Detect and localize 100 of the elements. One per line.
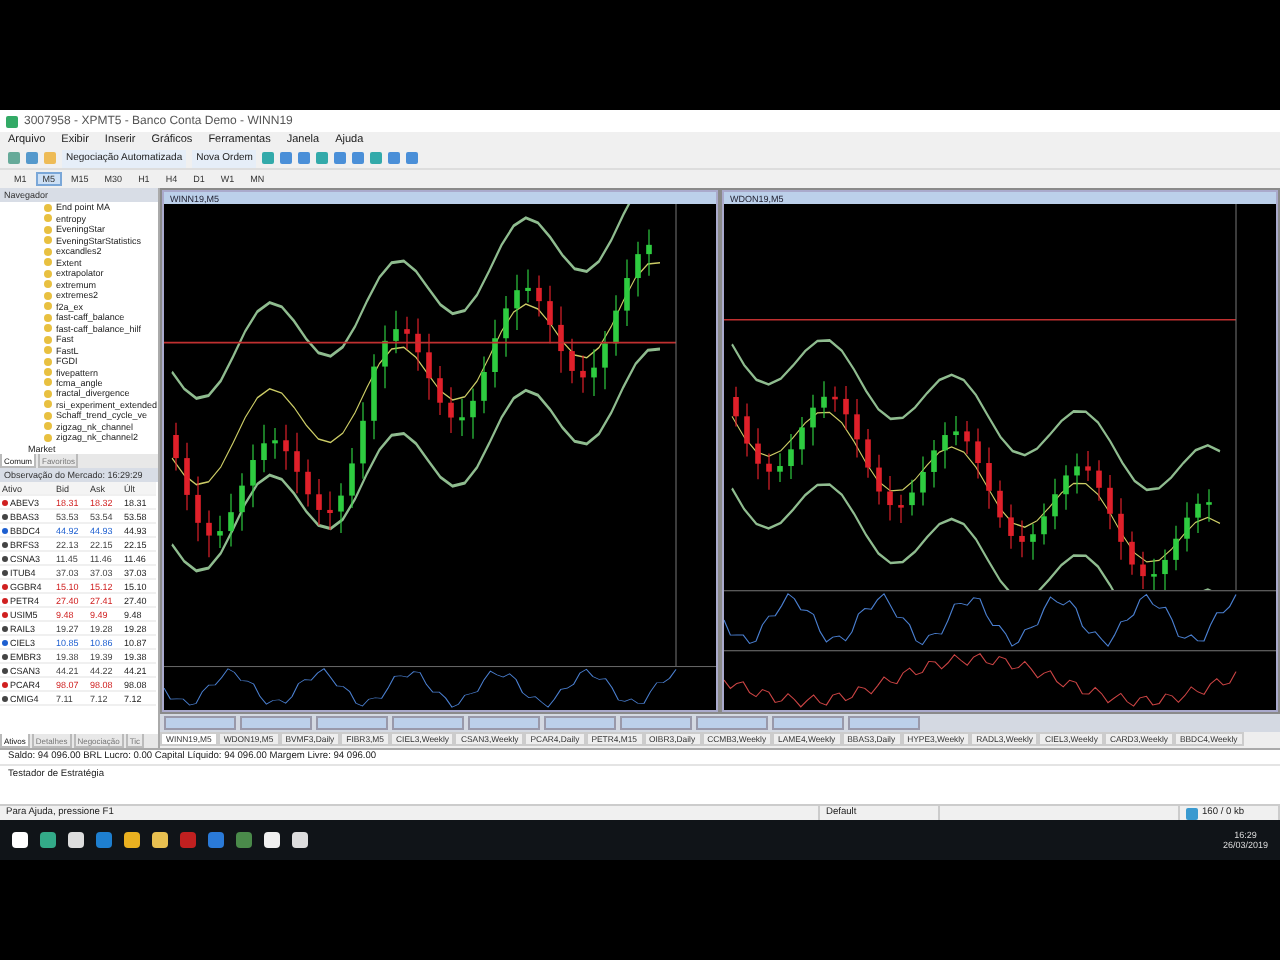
candle	[547, 285, 553, 345]
candle	[1063, 464, 1069, 511]
candle	[382, 324, 388, 389]
candle	[920, 455, 926, 507]
candle	[1206, 488, 1212, 523]
candle	[876, 454, 882, 506]
minimized-window[interactable]	[164, 716, 236, 730]
candle	[1041, 502, 1047, 546]
candle	[239, 472, 245, 532]
candle	[997, 479, 1003, 529]
candle	[613, 294, 619, 357]
candle	[393, 309, 399, 354]
candle	[426, 333, 432, 401]
candle	[1085, 450, 1091, 482]
candle	[777, 452, 783, 483]
candle	[1008, 503, 1014, 550]
candle	[788, 433, 794, 480]
candle	[503, 295, 509, 358]
candle	[733, 386, 739, 428]
candle	[975, 427, 981, 480]
candle	[470, 387, 476, 440]
candle	[1107, 474, 1113, 530]
candle	[1052, 478, 1058, 530]
candle	[1030, 523, 1036, 561]
candle	[514, 274, 520, 331]
candle	[305, 458, 311, 508]
candle	[942, 421, 948, 470]
candle	[536, 274, 542, 318]
candle	[448, 386, 454, 434]
candle	[272, 427, 278, 460]
candle	[217, 514, 223, 549]
candle	[953, 415, 959, 446]
minimized-window[interactable]	[772, 716, 844, 730]
candle	[744, 402, 750, 458]
candle	[283, 424, 289, 471]
app-icon	[6, 115, 18, 127]
candle	[360, 401, 366, 480]
candle	[887, 475, 893, 522]
candle	[184, 441, 190, 512]
minimized-window[interactable]	[696, 716, 768, 730]
candle	[766, 452, 772, 491]
candle	[1140, 551, 1146, 590]
candle	[964, 420, 970, 455]
candle	[437, 365, 443, 416]
minimized-window[interactable]	[316, 716, 388, 730]
candle	[569, 338, 575, 384]
candle	[909, 478, 915, 517]
candle	[591, 348, 597, 397]
start-icon[interactable]	[12, 832, 28, 848]
candle	[1151, 557, 1157, 590]
candle	[810, 394, 816, 447]
minimized-window[interactable]	[392, 716, 464, 730]
minimized-window[interactable]	[240, 716, 312, 730]
candle	[558, 305, 564, 374]
minimized-window[interactable]	[848, 716, 920, 730]
candle	[1019, 519, 1025, 558]
candle	[492, 319, 498, 389]
candle	[316, 478, 322, 527]
minimized-window[interactable]	[468, 716, 540, 730]
candle	[327, 490, 333, 531]
candle	[459, 398, 465, 437]
candle	[799, 416, 805, 466]
candle	[1096, 459, 1102, 502]
candle	[371, 353, 377, 440]
candle	[1195, 492, 1201, 534]
candle	[195, 475, 201, 543]
candle	[1173, 525, 1179, 571]
candle	[580, 354, 586, 394]
candle	[525, 268, 531, 304]
candle	[261, 424, 267, 474]
candle	[1129, 530, 1135, 576]
candle	[415, 317, 421, 372]
candle	[1162, 548, 1168, 590]
candle	[843, 385, 849, 431]
candle	[294, 432, 300, 495]
minimized-window[interactable]	[544, 716, 616, 730]
candle	[986, 446, 992, 510]
candle	[1074, 452, 1080, 495]
candle	[1118, 497, 1124, 561]
candle	[821, 380, 827, 419]
candle	[931, 439, 937, 489]
candle	[338, 482, 344, 534]
candle	[1184, 501, 1190, 553]
candle	[228, 492, 234, 548]
candle	[206, 509, 212, 558]
connection-icon	[1186, 807, 1198, 819]
candle	[404, 316, 410, 350]
candle	[832, 385, 838, 413]
candle	[898, 494, 904, 524]
candle	[854, 398, 860, 459]
candle	[481, 355, 487, 414]
candle	[646, 228, 652, 277]
candle	[635, 241, 641, 298]
candle	[349, 447, 355, 509]
candle	[602, 330, 608, 390]
minimized-window[interactable]	[620, 716, 692, 730]
candle	[755, 427, 761, 480]
candle	[173, 421, 179, 472]
candle	[865, 428, 871, 479]
candle	[624, 258, 630, 327]
